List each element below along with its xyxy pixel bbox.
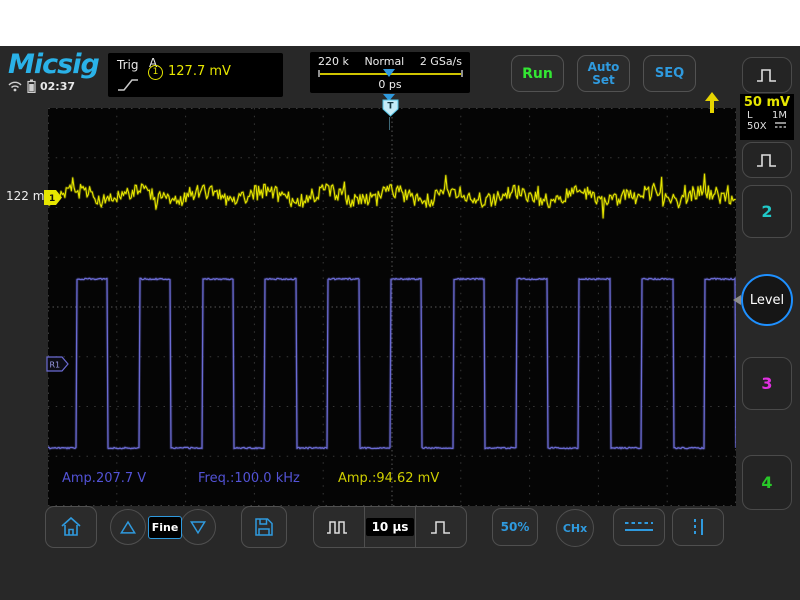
timebase-value[interactable]: 10 µs	[365, 507, 415, 547]
ch3-label: 3	[761, 374, 772, 393]
autoset-button[interactable]: Auto Set	[577, 55, 630, 92]
measurement-ch1-amplitude[interactable]: Amp.:94.62 mV	[338, 471, 439, 486]
autoset-label-2: Set	[592, 74, 615, 87]
ch1-probe: 50X	[747, 121, 767, 132]
trigger-panel[interactable]: Trig A 1 127.7 mV	[108, 53, 283, 97]
sample-rate: 2 GSa/s	[420, 55, 462, 68]
zoom-in-timebase-button[interactable]	[416, 507, 466, 547]
ch1-settings-box[interactable]: 50 mV L 1M 50X	[740, 94, 794, 140]
micsig-logo: Micsig	[8, 49, 99, 80]
run-label: Run	[522, 66, 553, 82]
ch4-button[interactable]: 4	[742, 455, 792, 510]
acquire-mode: Normal	[364, 55, 404, 68]
triangle-down-icon	[188, 518, 208, 536]
autoset-label-1: Auto	[588, 61, 620, 74]
trigger-source-badge: 1	[148, 65, 163, 80]
rising-edge-icon	[116, 77, 140, 93]
scope-screen: Micsig 02:37 Trig A 1 127.7 mV	[0, 46, 800, 600]
zoom-out-timebase-button[interactable]	[314, 507, 364, 547]
fine-label: Fine	[152, 521, 179, 534]
ref-position-flag[interactable]: R1	[46, 356, 70, 372]
timebase-group: 10 µs	[313, 506, 467, 548]
ch1-scale: 50 mV	[740, 95, 794, 110]
level-label: Level	[750, 293, 784, 308]
chx-label: CHx	[563, 522, 587, 535]
memory-depth: 220 k	[318, 55, 349, 68]
trigger-50-percent-button[interactable]: 50%	[492, 508, 538, 546]
waveform-display[interactable]	[48, 108, 736, 506]
dc-coupling-icon	[774, 121, 787, 129]
waveform-canvas	[48, 108, 736, 506]
level-pointer-icon	[733, 295, 741, 305]
seq-button[interactable]: SEQ	[643, 55, 696, 92]
trigger-delay-value: 0 ps	[310, 78, 470, 91]
oscilloscope-app: Micsig 02:37 Trig A 1 127.7 mV	[0, 0, 800, 600]
ch3-button[interactable]: 3	[742, 357, 792, 410]
wifi-icon	[7, 80, 23, 92]
acquisition-panel[interactable]: 220 k Normal 2 GSa/s 0 ps	[310, 52, 470, 93]
svg-text:R1: R1	[50, 361, 61, 370]
adjust-down-button[interactable]	[180, 509, 216, 545]
trigger-label: Trig	[117, 58, 138, 72]
seq-label: SEQ	[655, 66, 684, 81]
ch4-label: 4	[761, 473, 772, 492]
trigger-time-line	[389, 117, 390, 130]
trigger-level-value: 127.7 mV	[168, 64, 231, 79]
channel-select-button[interactable]: CHx	[556, 509, 594, 547]
horizontal-cursor-icon	[622, 518, 656, 536]
measurement-ch2-amplitude[interactable]: Amp.207.7 V	[62, 471, 146, 486]
svg-text:1: 1	[49, 194, 55, 204]
horizontal-cursor-button[interactable]	[613, 508, 665, 546]
pulse-icon	[755, 151, 779, 169]
track-right-cap	[461, 70, 463, 77]
clock: 02:37	[40, 80, 75, 93]
fine-mode-indicator[interactable]: Fine	[148, 516, 182, 539]
vertical-cursor-icon	[686, 517, 710, 537]
horizontal-position-thumb[interactable]	[383, 69, 395, 77]
triangle-up-icon	[118, 518, 138, 536]
svg-text:T: T	[387, 102, 394, 112]
ch1-impedance: 1M	[772, 110, 787, 121]
measurement-ch2-frequency[interactable]: Freq.:100.0 kHz	[198, 471, 300, 486]
status-bar: 02:37	[7, 78, 75, 94]
home-button[interactable]	[45, 506, 97, 548]
track-left-cap	[318, 70, 320, 77]
ch1-waveform-button[interactable]	[742, 57, 792, 93]
double-pulse-icon	[326, 518, 352, 536]
run-button[interactable]: Run	[511, 55, 564, 92]
ch1-trigger-button[interactable]	[742, 142, 792, 178]
trigger-level-offscreen-arrow	[703, 91, 721, 114]
ch1-position-flag[interactable]: 1	[44, 190, 63, 205]
fifty-percent-label: 50%	[501, 520, 530, 534]
level-knob-button[interactable]: Level	[741, 274, 793, 326]
single-pulse-icon	[429, 518, 453, 536]
ch2-button[interactable]: 2	[742, 185, 792, 238]
battery-icon	[27, 79, 36, 93]
home-icon	[59, 516, 83, 538]
save-icon	[253, 516, 275, 538]
ch1-coupling: L	[747, 110, 753, 121]
ch2-label: 2	[761, 202, 772, 221]
adjust-up-button[interactable]	[110, 509, 146, 545]
timebase-label: 10 µs	[366, 518, 415, 536]
save-button[interactable]	[241, 506, 287, 548]
vertical-cursor-button[interactable]	[672, 508, 724, 546]
pulse-icon	[755, 66, 779, 84]
trigger-time-marker[interactable]: T	[382, 99, 399, 117]
